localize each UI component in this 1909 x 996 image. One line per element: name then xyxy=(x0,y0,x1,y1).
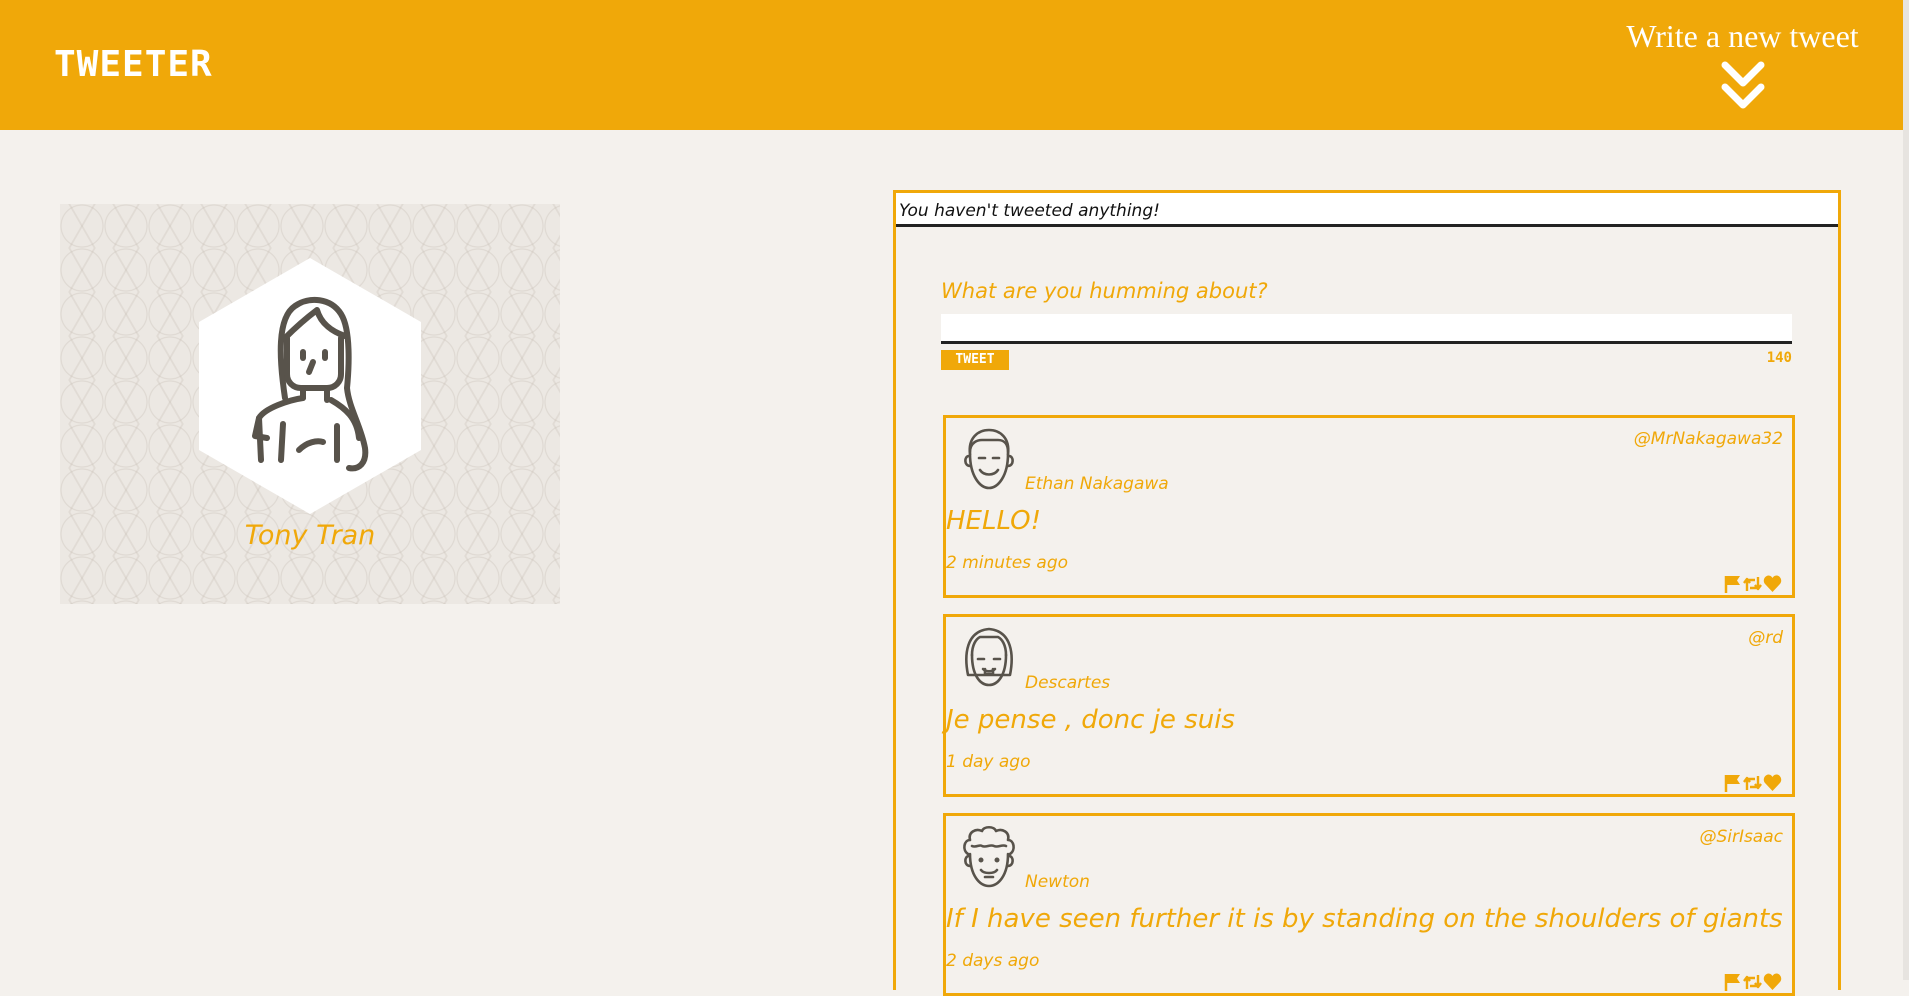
status-bar: You haven't tweeted anything! xyxy=(896,193,1838,227)
tweet-text: If I have seen further it is by standing… xyxy=(946,904,1783,934)
tweet-card: Ethan Nakagawa @MrNakagawa32 HELLO! 2 mi… xyxy=(943,415,1795,598)
female-avatar-icon xyxy=(199,258,421,514)
tweet-timestamp: 1 day ago xyxy=(946,752,1031,772)
top-nav-bar: TWEETER Write a new tweet xyxy=(0,0,1903,130)
flag-icon[interactable] xyxy=(1723,574,1742,594)
tweet-text: Je pense , donc je suis xyxy=(946,705,1235,735)
retweet-icon[interactable] xyxy=(1743,773,1762,793)
tweet-actions xyxy=(1723,972,1782,992)
tweet-button[interactable]: TWEET xyxy=(941,350,1009,370)
compose-prompt-label: What are you humming about? xyxy=(941,279,1268,303)
tweet-author-handle: @MrNakagawa32 xyxy=(1633,429,1783,449)
curly-hair-avatar-icon xyxy=(963,825,1015,888)
smiling-man-avatar-icon xyxy=(964,428,1014,490)
tweet-timestamp: 2 days ago xyxy=(946,951,1040,971)
tweet-author-name: Descartes xyxy=(1025,673,1111,693)
status-message: You haven't tweeted anything! xyxy=(899,201,1160,221)
char-counter: 140 xyxy=(1766,350,1792,366)
flag-icon[interactable] xyxy=(1723,972,1742,992)
flag-icon[interactable] xyxy=(1723,773,1742,793)
double-chevron-down-icon xyxy=(1721,61,1764,109)
bob-haircut-avatar-icon xyxy=(965,627,1013,687)
heart-icon[interactable] xyxy=(1763,972,1782,992)
profile-card: Tony Tran xyxy=(60,204,560,604)
tweet-text: HELLO! xyxy=(946,506,1042,536)
heart-icon[interactable] xyxy=(1763,773,1782,793)
retweet-icon[interactable] xyxy=(1743,574,1762,594)
profile-name: Tony Tran xyxy=(244,520,376,551)
tweet-author-name: Ethan Nakagawa xyxy=(1025,474,1169,494)
tweet-author-handle: @SirIsaac xyxy=(1699,827,1783,847)
app-logo: TWEETER xyxy=(54,44,213,85)
write-new-tweet-toggle[interactable]: Write a new tweet xyxy=(1600,16,1885,116)
tweet-feed: You haven't tweeted anything! What are y… xyxy=(893,190,1841,996)
tweet-actions xyxy=(1723,574,1782,594)
write-new-tweet-label: Write a new tweet xyxy=(1626,18,1859,54)
tweet-card: Newton @SirIsaac If I have seen further … xyxy=(943,813,1795,996)
tweet-input[interactable] xyxy=(941,314,1792,344)
tweet-author-name: Newton xyxy=(1025,872,1090,892)
tweet-actions xyxy=(1723,773,1782,793)
page-scrollbar[interactable] xyxy=(1903,0,1909,980)
retweet-icon[interactable] xyxy=(1743,972,1762,992)
heart-icon[interactable] xyxy=(1763,574,1782,594)
tweet-author-handle: @rd xyxy=(1748,628,1783,648)
tweet-timestamp: 2 minutes ago xyxy=(946,553,1069,573)
tweet-card: Descartes @rd Je pense , donc je suis 1 … xyxy=(943,614,1795,797)
